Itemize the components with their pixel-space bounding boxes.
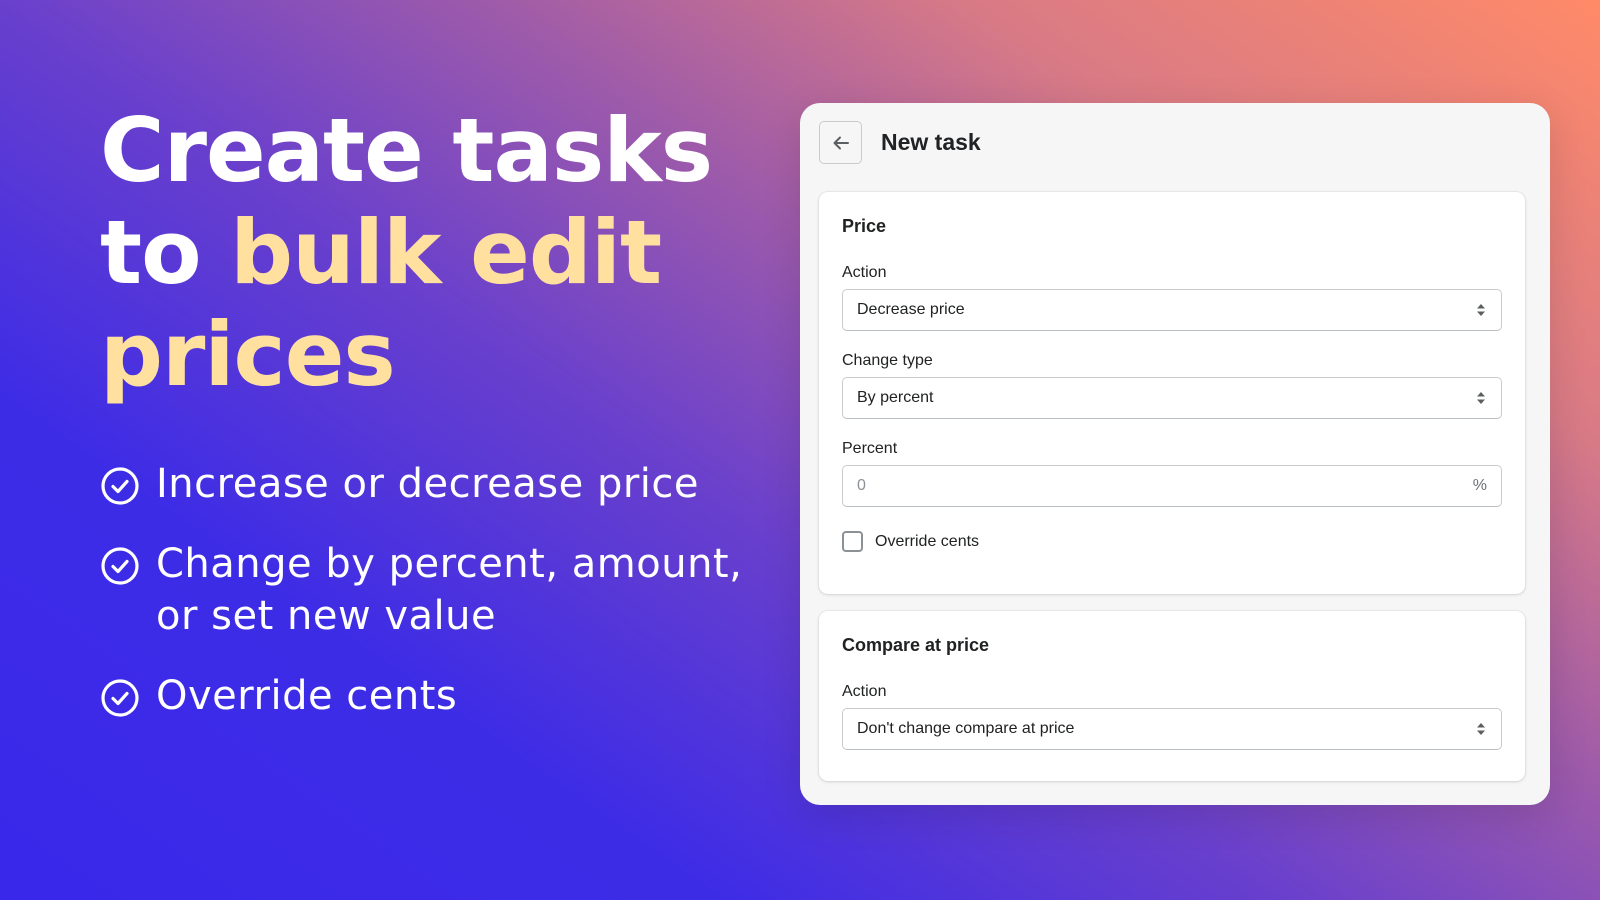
headline-line-2-plain: to xyxy=(100,201,231,304)
feature-item: Increase or decrease price xyxy=(100,458,760,510)
change-type-select[interactable]: By percent xyxy=(842,377,1502,419)
headline: Create tasks to bulk edit prices xyxy=(100,100,760,406)
hero-section: Create tasks to bulk edit prices Increas… xyxy=(100,100,760,750)
override-cents-checkbox-row[interactable]: Override cents xyxy=(842,531,1502,552)
price-action-select[interactable]: Decrease price xyxy=(842,289,1502,331)
select-arrows-icon xyxy=(1477,392,1485,404)
check-circle-icon xyxy=(101,467,139,505)
arrow-left-icon xyxy=(833,136,849,149)
select-arrows-icon xyxy=(1477,304,1485,316)
panel-header: New task xyxy=(819,121,981,164)
override-cents-checkbox[interactable] xyxy=(842,531,863,552)
override-cents-label: Override cents xyxy=(875,532,980,550)
page-title: New task xyxy=(881,129,981,155)
percent-suffix: % xyxy=(1472,477,1487,494)
compare-at-price-card: Compare at price Action Don't change com… xyxy=(819,611,1525,781)
headline-line-1: Create tasks xyxy=(100,99,713,202)
percent-field: % xyxy=(842,465,1502,507)
back-button[interactable] xyxy=(819,121,862,164)
price-action-value: Decrease price xyxy=(857,301,965,318)
compare-action-select[interactable]: Don't change compare at price xyxy=(842,708,1502,750)
new-task-panel: New task Price Action Decrease price Cha… xyxy=(800,103,1550,805)
percent-input[interactable] xyxy=(857,477,1473,495)
feature-text: Override cents xyxy=(156,673,458,719)
change-type-label: Change type xyxy=(842,352,933,369)
price-card-title: Price xyxy=(842,216,887,236)
compare-card-title: Compare at price xyxy=(842,635,990,655)
feature-text: Increase or decrease price xyxy=(156,461,700,507)
headline-highlight-prices: prices xyxy=(100,303,396,406)
headline-highlight-bulk-edit: bulk edit xyxy=(230,201,662,304)
select-arrows-icon xyxy=(1477,723,1485,735)
feature-item: Override cents xyxy=(100,670,760,722)
check-circle-icon xyxy=(101,679,139,717)
feature-list: Increase or decrease price Change by per… xyxy=(100,458,760,722)
percent-label: Percent xyxy=(842,440,898,457)
compare-action-value: Don't change compare at price xyxy=(857,720,1075,737)
feature-item: Change by percent, amount, or set new va… xyxy=(100,538,760,642)
feature-text: Change by percent, amount, or set new va… xyxy=(156,541,743,639)
check-circle-icon xyxy=(101,547,139,585)
price-card: Price Action Decrease price Change type … xyxy=(819,192,1525,594)
compare-action-label: Action xyxy=(842,683,887,700)
price-action-label: Action xyxy=(842,264,887,281)
change-type-value: By percent xyxy=(857,389,934,406)
